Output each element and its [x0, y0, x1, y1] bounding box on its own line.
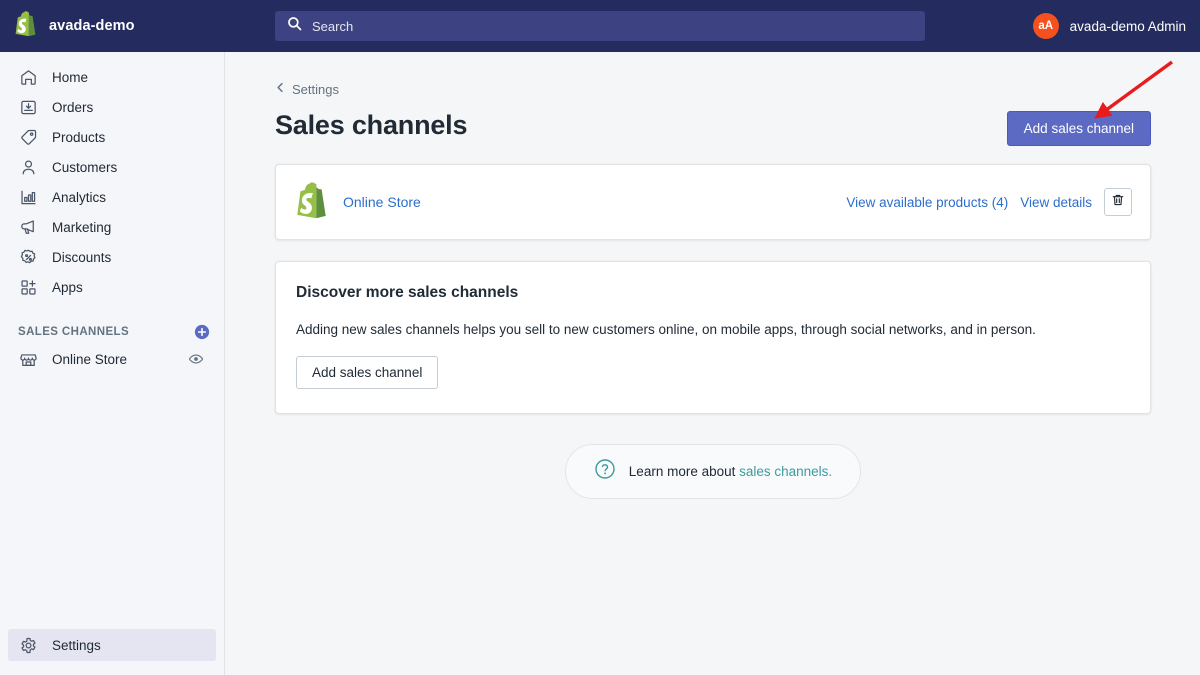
sidebar-item-label: Analytics	[52, 190, 106, 205]
sidebar-item-customers[interactable]: Customers	[8, 152, 216, 182]
sidebar-item-orders[interactable]: Orders	[8, 92, 216, 122]
sidebar: Home Orders Products	[0, 52, 225, 675]
chevron-left-icon	[275, 80, 286, 98]
sidebar-item-discounts[interactable]: Discounts	[8, 242, 216, 272]
sidebar-item-settings[interactable]: Settings	[8, 629, 216, 661]
sidebar-item-label: Products	[52, 130, 105, 145]
eye-icon[interactable]	[188, 351, 204, 367]
shopify-bag-icon	[14, 11, 37, 41]
delete-channel-button[interactable]	[1104, 188, 1132, 216]
sidebar-item-label: Discounts	[52, 250, 111, 265]
sidebar-item-analytics[interactable]: Analytics	[8, 182, 216, 212]
percent-badge-icon	[18, 247, 38, 267]
sidebar-item-label: Customers	[52, 160, 117, 175]
sales-channels-link[interactable]: sales channels.	[739, 464, 832, 479]
sidebar-nav: Home Orders Products	[0, 52, 224, 302]
learn-more-section: Learn more about sales channels.	[275, 444, 1151, 499]
search-icon	[287, 16, 302, 36]
add-sales-channel-button[interactable]: Add sales channel	[1007, 111, 1151, 146]
tag-icon	[18, 127, 38, 147]
discover-more-card: Discover more sales channels Adding new …	[275, 261, 1151, 414]
brand-area[interactable]: avada-demo	[0, 11, 225, 41]
avatar: aA	[1033, 13, 1059, 39]
search-input[interactable]: Search	[275, 11, 925, 41]
sidebar-item-online-store[interactable]: Online Store	[8, 344, 216, 374]
channel-name-link[interactable]: Online Store	[343, 194, 421, 210]
person-icon	[18, 157, 38, 177]
account-name: avada-demo Admin	[1070, 19, 1186, 34]
question-circle-icon	[594, 458, 616, 485]
sidebar-item-label: Marketing	[52, 220, 111, 235]
breadcrumb[interactable]: Settings	[275, 80, 1151, 98]
learn-more-text: Learn more about sales channels.	[629, 464, 832, 479]
apps-grid-plus-icon	[18, 277, 38, 297]
sidebar-item-label: Apps	[52, 280, 83, 295]
sidebar-settings-label: Settings	[52, 638, 101, 653]
plus-circle-icon[interactable]	[194, 324, 210, 340]
breadcrumb-label: Settings	[292, 82, 339, 97]
sales-channels-section-header: SALES CHANNELS	[18, 324, 210, 340]
section-title: SALES CHANNELS	[18, 326, 129, 338]
channel-card-actions: View available products (4) View details	[846, 188, 1132, 216]
sidebar-item-apps[interactable]: Apps	[8, 272, 216, 302]
sidebar-item-marketing[interactable]: Marketing	[8, 212, 216, 242]
sidebar-item-products[interactable]: Products	[8, 122, 216, 152]
user-account-menu[interactable]: aA avada-demo Admin	[1033, 0, 1186, 52]
top-bar: avada-demo Search aA avada-demo Admin	[0, 0, 1200, 52]
home-icon	[18, 67, 38, 87]
storefront-icon	[18, 349, 38, 369]
sidebar-channel-label: Online Store	[52, 352, 127, 367]
shopify-admin-page: avada-demo Search aA avada-demo Admin	[0, 0, 1200, 675]
search-placeholder: Search	[312, 19, 353, 34]
discover-title: Discover more sales channels	[296, 284, 1130, 302]
view-available-products-link[interactable]: View available products (4)	[846, 195, 1008, 210]
bar-chart-icon	[18, 187, 38, 207]
sidebar-item-label: Home	[52, 70, 88, 85]
store-name: avada-demo	[49, 18, 135, 34]
discover-body-text: Adding new sales channels helps you sell…	[296, 322, 1130, 337]
learn-more-pill: Learn more about sales channels.	[565, 444, 861, 499]
shopify-bag-icon	[295, 182, 328, 223]
discover-add-sales-channel-button[interactable]: Add sales channel	[296, 356, 438, 389]
trash-icon	[1111, 193, 1125, 212]
view-details-link[interactable]: View details	[1020, 195, 1092, 210]
sidebar-item-home[interactable]: Home	[8, 62, 216, 92]
learn-more-label: Learn more about	[629, 464, 739, 479]
search-area: Search	[275, 11, 925, 41]
channel-card: Online Store View available products (4)…	[275, 164, 1151, 240]
sidebar-item-label: Orders	[52, 100, 93, 115]
megaphone-icon	[18, 217, 38, 237]
orders-inbox-icon	[18, 97, 38, 117]
main-content: Settings Sales channels Add sales channe…	[226, 52, 1200, 675]
gear-icon	[18, 635, 38, 655]
